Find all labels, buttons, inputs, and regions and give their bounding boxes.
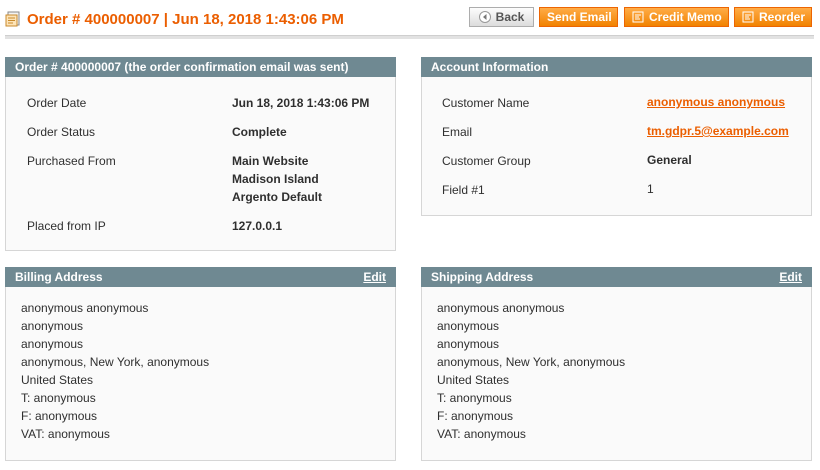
placed-from-ip-label: Placed from IP — [27, 219, 106, 233]
purchased-from-website: Main Website — [232, 154, 309, 168]
billing-box-body: anonymous anonymous anonymous anonymous … — [5, 287, 396, 461]
shipping-box-body: anonymous anonymous anonymous anonymous … — [421, 287, 812, 461]
field-1-value: 1 — [647, 182, 654, 196]
billing-address-line: F: anonymous — [21, 409, 98, 423]
credit-memo-icon — [632, 11, 644, 23]
order-status-label: Order Status — [27, 125, 96, 139]
account-info-box: Account Information Customer Name anonym… — [421, 57, 812, 216]
billing-address-line: anonymous anonymous — [21, 301, 149, 315]
billing-box-title: Billing Address — [15, 270, 103, 284]
field-1-label: Field #1 — [442, 183, 485, 197]
reorder-button[interactable]: Reorder — [734, 7, 812, 27]
shipping-box-title: Shipping Address — [431, 270, 534, 284]
customer-name-link[interactable]: anonymous anonymous — [647, 95, 785, 109]
billing-address-line: United States — [21, 373, 94, 387]
customer-group-label: Customer Group — [442, 154, 531, 168]
shipping-address-line: T: anonymous — [437, 391, 512, 405]
order-box-title: Order # 400000007 (the order confirmatio… — [5, 57, 396, 77]
purchased-from-label: Purchased From — [27, 154, 116, 168]
shipping-address-line: anonymous — [437, 337, 500, 351]
order-date-value: Jun 18, 2018 1:43:06 PM — [232, 96, 370, 110]
back-arrow-icon — [478, 10, 491, 23]
shipping-address-line: VAT: anonymous — [437, 427, 526, 441]
order-status-value: Complete — [232, 125, 287, 139]
billing-address-line: anonymous — [21, 319, 84, 333]
customer-name-label: Customer Name — [442, 96, 530, 110]
billing-box-header: Billing Address Edit — [5, 267, 396, 287]
customer-group-value: General — [647, 153, 692, 167]
reorder-label: Reorder — [759, 9, 806, 24]
order-info-box: Order # 400000007 (the order confirmatio… — [5, 57, 396, 251]
shipping-box-header: Shipping Address Edit — [421, 267, 812, 287]
billing-edit-link[interactable]: Edit — [363, 267, 386, 287]
order-icon — [5, 11, 21, 27]
purchased-from-store: Madison Island — [232, 172, 319, 186]
shipping-edit-link[interactable]: Edit — [779, 267, 802, 287]
billing-address-line: T: anonymous — [21, 391, 96, 405]
billing-address-line: anonymous, New York, anonymous — [21, 355, 210, 369]
page-title: Order # 400000007 | Jun 18, 2018 1:43:06… — [27, 11, 344, 28]
shipping-address-line: anonymous anonymous — [437, 301, 565, 315]
billing-address-line: VAT: anonymous — [21, 427, 110, 441]
billing-address-line: anonymous — [21, 337, 84, 351]
credit-memo-label: Credit Memo — [649, 9, 722, 24]
back-label: Back — [495, 9, 525, 24]
account-box-body: Customer Name anonymous anonymous Email … — [421, 77, 812, 216]
back-button[interactable]: Back — [469, 7, 534, 27]
account-box-title: Account Information — [421, 57, 812, 77]
order-date-label: Order Date — [27, 96, 87, 110]
shipping-address-line: United States — [437, 373, 510, 387]
shipping-address-line: anonymous, New York, anonymous — [437, 355, 626, 369]
placed-from-ip-value: 127.0.0.1 — [232, 219, 283, 233]
billing-address-box: Billing Address Edit anonymous anonymous… — [5, 267, 396, 461]
send-email-label: Send Email — [547, 9, 612, 24]
email-link[interactable]: tm.gdpr.5@example.com — [647, 124, 789, 138]
order-box-body: Order Date Jun 18, 2018 1:43:06 PM Order… — [5, 77, 396, 251]
shipping-address-box: Shipping Address Edit anonymous anonymou… — [421, 267, 812, 461]
page-header: Order # 400000007 | Jun 18, 2018 1:43:06… — [0, 0, 820, 39]
shipping-address-line: anonymous — [437, 319, 500, 333]
purchased-from-view: Argento Default — [232, 190, 322, 204]
email-label: Email — [442, 125, 473, 139]
reorder-icon — [742, 11, 754, 23]
shipping-address-line: F: anonymous — [437, 409, 514, 423]
header-divider — [5, 35, 814, 39]
credit-memo-button[interactable]: Credit Memo — [624, 7, 729, 27]
send-email-button[interactable]: Send Email — [539, 7, 618, 27]
